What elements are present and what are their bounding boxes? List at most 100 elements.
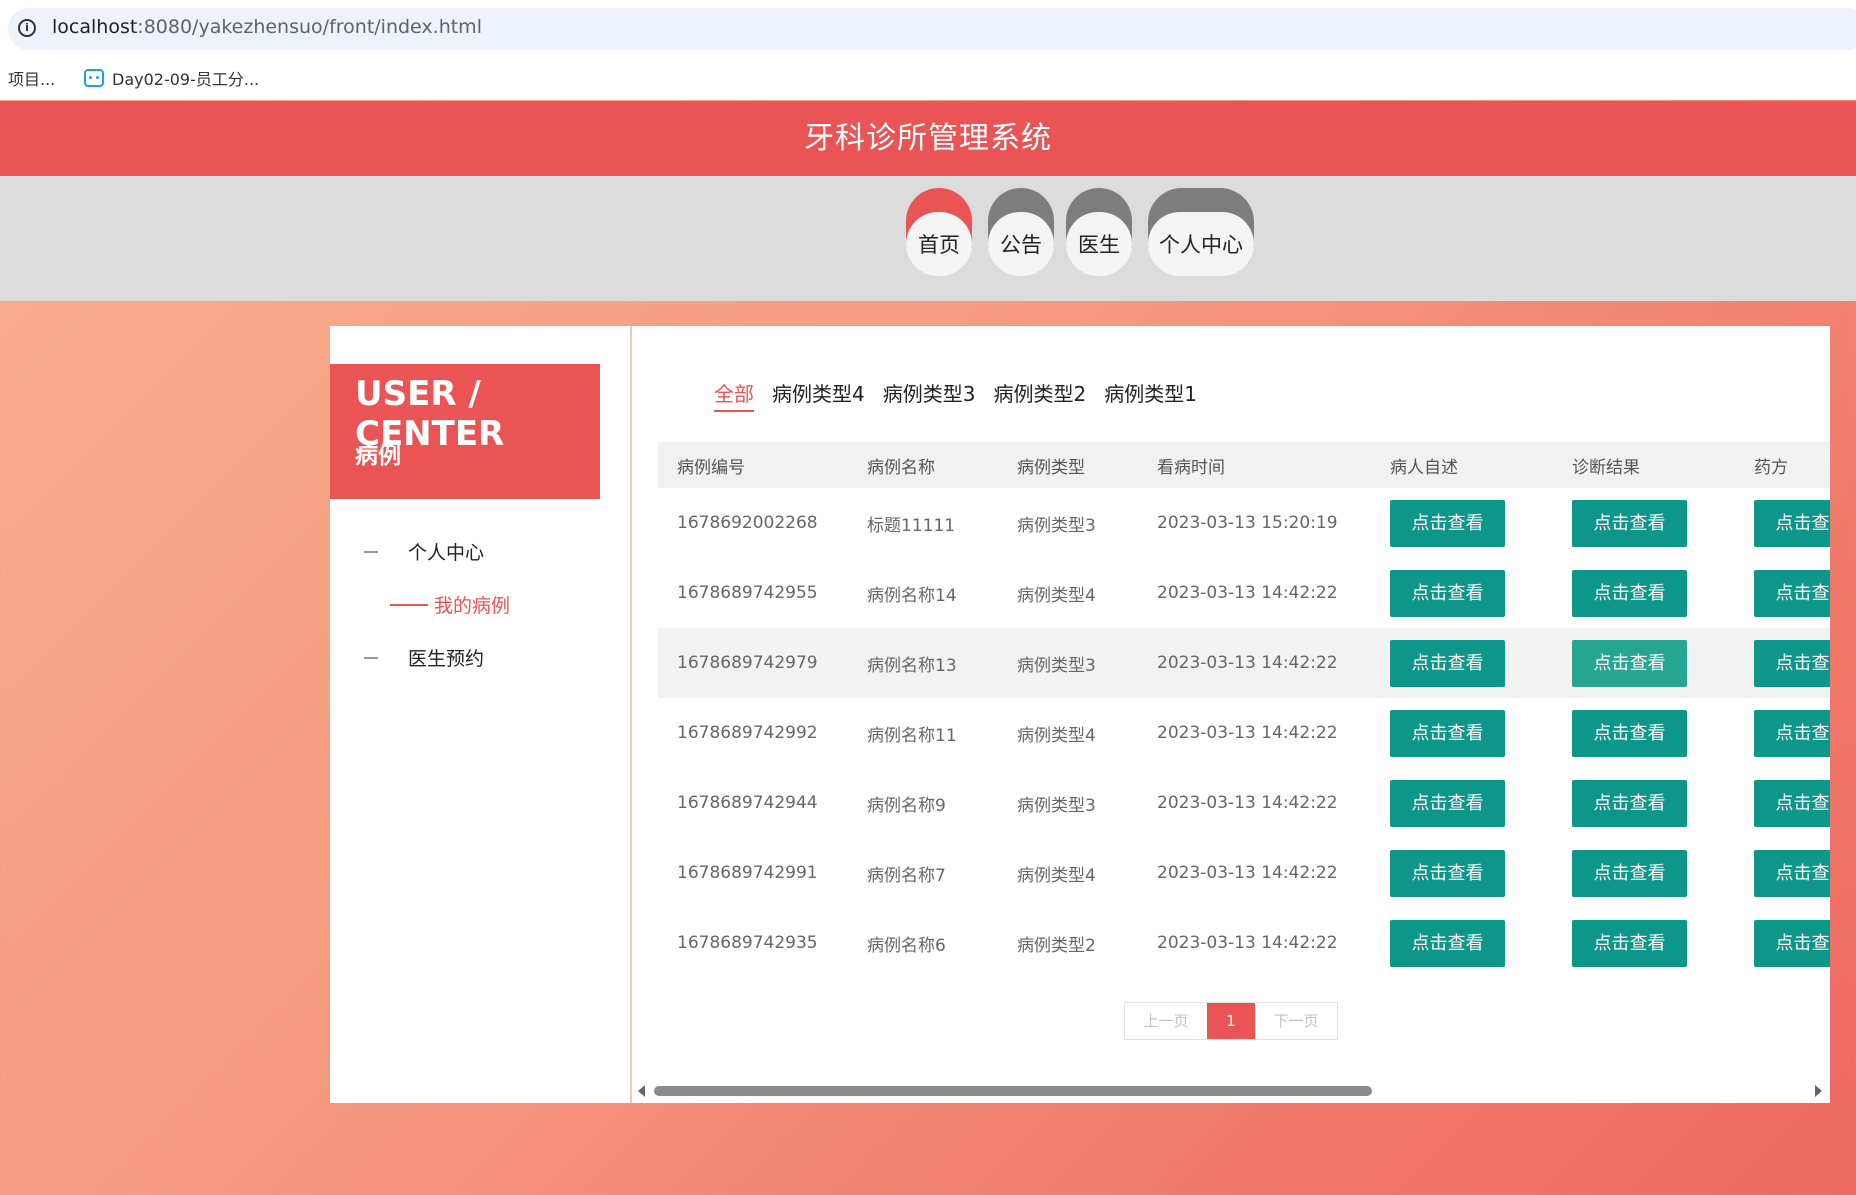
prev-page-button[interactable]: 上一页 [1125,1003,1207,1039]
bookmark-day02[interactable]: Day02-09-员工分... [84,66,259,90]
cell-visit-time: 2023-03-13 14:42:22 [1157,723,1338,743]
main-nav: 首页 公告 医生 个人中心 [0,176,1856,301]
user-sidebar: USER / CENTER 病例 个人中心 我的病例 医生预约 [330,326,630,1103]
view-diagnosis-button[interactable]: 点击查看 [1572,499,1687,547]
nav-home[interactable]: 首页 [906,188,972,276]
cell-action: 点击查看 [1553,838,1735,908]
view-complaint-button[interactable]: 点击查看 [1390,639,1505,687]
cell-action: 点击查看 [1553,768,1735,838]
next-page-button[interactable]: 下一页 [1255,1003,1337,1039]
sidebar-item-my-cases[interactable]: 我的病例 [390,591,510,618]
cell-action: 点击查看 [1371,768,1553,838]
cell-action: 点击查看 [1371,698,1553,768]
view-diagnosis-button[interactable]: 点击查看 [1572,779,1687,827]
cell-action: 点击查看 [1735,698,1830,768]
nav-label: 首页 [906,212,972,276]
site-title: 牙科诊所管理系统 [804,121,1052,156]
scroll-left-icon[interactable] [638,1085,645,1097]
cell-visit-time: 2023-03-13 15:20:19 [1157,513,1338,533]
cell-case-type: 病例类型3 [998,628,1138,698]
address-bar: i localhost:8080/yakezhensuo/front/index… [0,0,1856,58]
nav-user-center[interactable]: 个人中心 [1148,188,1254,276]
nav-notice[interactable]: 公告 [988,188,1054,276]
horizontal-scrollbar[interactable] [632,1081,1830,1099]
scroll-right-icon[interactable] [1815,1085,1822,1097]
cell-case-name: 病例名称11 [867,725,957,746]
view-prescription-button[interactable]: 点击查看 [1754,849,1830,897]
view-complaint-button[interactable]: 点击查看 [1390,779,1505,827]
user-center-banner: USER / CENTER 病例 [330,364,600,499]
view-prescription-button[interactable]: 点击查看 [1754,639,1830,687]
site-header: 牙科诊所管理系统 [0,101,1856,176]
dash-icon [364,656,378,659]
view-prescription-button[interactable]: 点击查看 [1754,919,1830,967]
col-header-time: 看病时间 [1138,442,1371,488]
nav-doctor[interactable]: 医生 [1066,188,1132,276]
tab-type2[interactable]: 病例类型2 [993,378,1086,412]
cell-action: 点击查看 [1553,488,1735,558]
tab-type1[interactable]: 病例类型1 [1104,378,1197,412]
url-path: :8080/yakezhensuo/front/index.html [137,16,482,38]
sidebar-item-label: 我的病例 [434,595,511,617]
sidebar-item-appointment[interactable]: 医生预约 [364,644,484,671]
cell-action: 点击查看 [1553,698,1735,768]
cell-action: 点击查看 [1735,768,1830,838]
nav-label: 公告 [988,212,1054,276]
col-header-diagnosis: 诊断结果 [1553,442,1735,488]
col-header-type: 病例类型 [998,442,1138,488]
tab-type3[interactable]: 病例类型3 [883,378,976,412]
bookmark-label: Day02-09-员工分... [112,70,260,89]
cell-case-id: 1678692002268 [677,513,818,533]
cell-visit-time: 2023-03-13 14:42:22 [1157,933,1338,953]
view-complaint-button[interactable]: 点击查看 [1390,709,1505,757]
view-complaint-button[interactable]: 点击查看 [1390,849,1505,897]
table-row: 1678692002268 标题11111 病例类型3 2023-03-13 15:2… [658,488,1830,558]
cell-case-name: 病例名称6 [867,935,946,956]
scroll-thumb[interactable] [654,1086,1372,1096]
cell-case-id: 1678689742944 [677,793,818,813]
url-text[interactable]: localhost:8080/yakezhensuo/front/index.h… [52,16,482,38]
view-diagnosis-button[interactable]: 点击查看 [1572,569,1687,617]
current-page[interactable]: 1 [1207,1003,1255,1039]
view-diagnosis-button[interactable]: 点击查看 [1572,849,1687,897]
view-diagnosis-button[interactable]: 点击查看 [1572,639,1687,687]
tab-type4[interactable]: 病例类型4 [772,378,865,412]
cell-case-name: 病例名称13 [848,628,998,698]
cell-case-id: 1678689742992 [677,723,818,743]
sidebar-item-label: 个人中心 [408,542,485,564]
cell-case-id: 1678689742979 [658,628,848,698]
cell-visit-time: 2023-03-13 14:42:22 [1157,583,1338,603]
view-prescription-button[interactable]: 点击查看 [1754,779,1830,827]
cell-visit-time: 2023-03-13 14:42:22 [1138,628,1371,698]
sidebar-item-user-center[interactable]: 个人中心 [364,538,484,565]
view-prescription-button[interactable]: 点击查看 [1754,569,1830,617]
view-diagnosis-button[interactable]: 点击查看 [1572,919,1687,967]
cell-case-type: 病例类型3 [1017,515,1096,536]
view-diagnosis-button[interactable]: 点击查看 [1572,709,1687,757]
bookmark-project[interactable]: 项目... [8,66,55,90]
bookmark-label: 项目... [8,70,56,89]
cell-case-name: 病例名称14 [867,585,957,606]
cell-visit-time: 2023-03-13 14:42:22 [1157,793,1338,813]
view-prescription-button[interactable]: 点击查看 [1754,709,1830,757]
table-header-row: 病例编号 病例名称 病例类型 看病时间 病人自述 诊断结果 药方 [658,442,1830,488]
view-complaint-button[interactable]: 点击查看 [1390,919,1505,967]
cell-case-id: 1678689742991 [677,863,818,883]
cell-case-name: 病例名称9 [867,795,946,816]
cell-action: 点击查看 [1553,628,1735,698]
site-info-icon[interactable]: i [18,19,36,37]
tab-all[interactable]: 全部 [714,378,754,412]
col-header-id: 病例编号 [658,442,848,488]
cell-case-type: 病例类型4 [1017,725,1096,746]
view-prescription-button[interactable]: 点击查看 [1754,499,1830,547]
cell-action: 点击查看 [1371,628,1553,698]
cell-action: 点击查看 [1735,908,1830,978]
cell-case-name: 标题11111 [867,515,956,536]
view-complaint-button[interactable]: 点击查看 [1390,569,1505,617]
cell-action: 点击查看 [1371,558,1553,628]
cell-action: 点击查看 [1735,628,1830,698]
view-complaint-button[interactable]: 点击查看 [1390,499,1505,547]
cell-action: 点击查看 [1735,488,1830,558]
dash-icon [364,550,378,553]
table-row: 1678689742992 病例名称11 病例类型4 2023-03-13 14:42… [658,698,1830,768]
